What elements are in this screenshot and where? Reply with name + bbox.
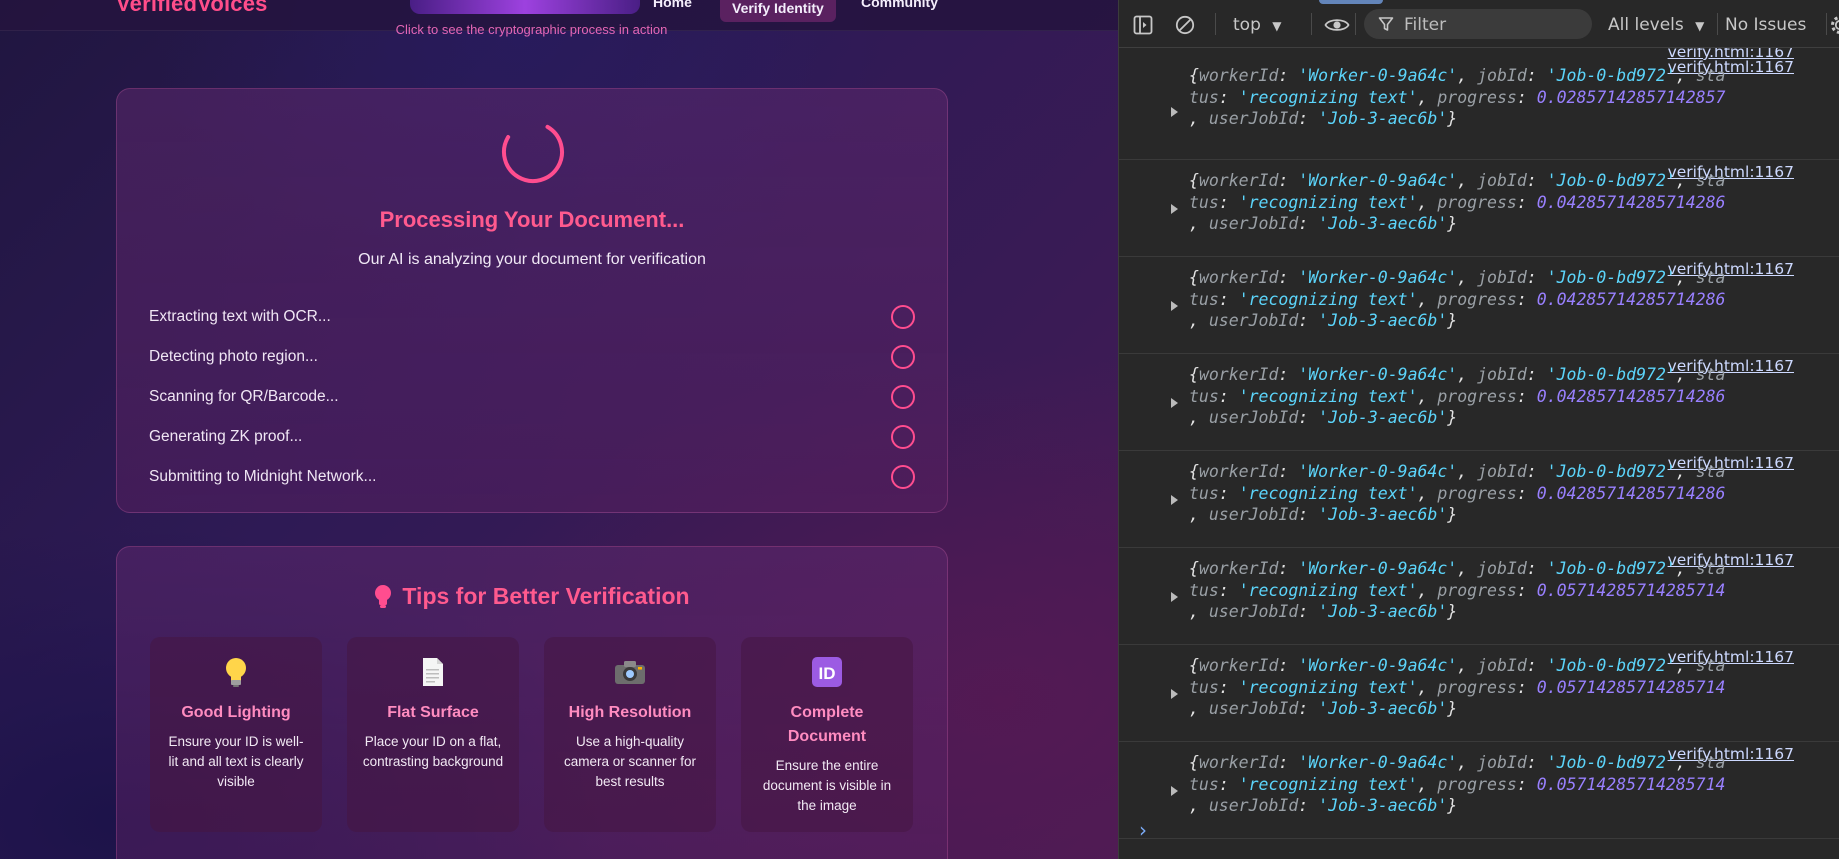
filter-input[interactable]: Filter (1364, 9, 1592, 39)
processing-step: Scanning for QR/Barcode... (149, 377, 915, 417)
expand-triangle-icon[interactable] (1171, 689, 1178, 699)
toolbar-divider (1215, 13, 1216, 35)
tip-card-complete: ID Complete Document Ensure the entire d… (741, 637, 913, 832)
console-message: verify.html:1167 {workerId: 'Worker-0-9a6… (1119, 451, 1839, 548)
step-label: Scanning for QR/Barcode... (149, 388, 339, 405)
issues-counter[interactable]: No Issues (1725, 15, 1806, 35)
id-icon: ID (741, 655, 913, 689)
message-object-preview[interactable]: {workerId: 'Worker-0-9a64c', jobId: 'Job… (1189, 461, 1809, 526)
chevron-down-icon: ▼ (1695, 19, 1705, 33)
message-object-preview[interactable]: {workerId: 'Worker-0-9a64c', jobId: 'Job… (1189, 65, 1809, 130)
document-icon (347, 655, 519, 689)
tip-description: Ensure your ID is well-lit and all text … (168, 734, 304, 789)
console-toolbar: top ▼ Filter All levels ▼ No Issues (1119, 0, 1839, 48)
console-message: verify.html:1167 {workerId: 'Worker-0-9a6… (1119, 645, 1839, 742)
site-logo[interactable]: VerifiedVoices (116, 0, 268, 17)
gear-icon[interactable] (1829, 14, 1839, 36)
expand-triangle-icon[interactable] (1171, 398, 1178, 408)
chevron-down-icon: ▼ (1272, 19, 1282, 33)
active-tab-indicator (1319, 0, 1383, 4)
expand-triangle-icon[interactable] (1171, 786, 1178, 796)
sidebar-toggle-icon[interactable] (1133, 15, 1153, 35)
console-prompt[interactable]: › (1139, 818, 1147, 842)
tip-title: Good Lighting (181, 704, 291, 721)
message-object-preview[interactable]: {workerId: 'Worker-0-9a64c', jobId: 'Job… (1189, 655, 1809, 720)
tip-card-lighting: Good Lighting Ensure your ID is well-lit… (150, 637, 322, 832)
tip-title: High Resolution (568, 704, 692, 721)
step-status-icon (891, 305, 915, 329)
log-levels-label: All levels (1608, 15, 1684, 35)
expand-triangle-icon[interactable] (1171, 301, 1178, 311)
step-status-icon (891, 465, 915, 489)
step-label: Extracting text with OCR... (149, 308, 331, 325)
processing-steps-list: Extracting text with OCR... Detecting ph… (149, 297, 915, 497)
toolbar-divider (1311, 13, 1312, 35)
processing-step: Submitting to Midnight Network... (149, 457, 915, 497)
step-status-icon (891, 385, 915, 409)
console-output: verify.html:1167 verify.html:1167 {worker… (1119, 48, 1839, 859)
tip-description: Use a high-quality camera or scanner for… (563, 734, 697, 789)
context-label: top (1233, 15, 1261, 35)
filter-icon (1378, 17, 1394, 31)
message-object-preview[interactable]: {workerId: 'Worker-0-9a64c', jobId: 'Job… (1189, 752, 1809, 817)
step-label: Submitting to Midnight Network... (149, 468, 377, 485)
console-message: verify.html:1167 {workerId: 'Worker-0-9a6… (1119, 257, 1839, 354)
message-object-preview[interactable]: {workerId: 'Worker-0-9a64c', jobId: 'Job… (1189, 364, 1809, 429)
tip-card-resolution: High Resolution Use a high-quality camer… (544, 637, 716, 832)
nav-verify-identity-link[interactable]: Verify Identity (720, 0, 836, 22)
console-message: verify.html:1167 {workerId: 'Worker-0-9a6… (1119, 354, 1839, 451)
tips-title: Tips for Better Verification (402, 583, 690, 609)
nav-community-link[interactable]: Community (861, 0, 938, 10)
step-status-icon (891, 425, 915, 449)
devtools-panel: top ▼ Filter All levels ▼ No Issues veri… (1118, 0, 1839, 859)
step-label: Generating ZK proof... (149, 428, 303, 445)
step-label: Detecting photo region... (149, 348, 318, 365)
context-selector[interactable]: top ▼ (1233, 15, 1282, 35)
console-message: verify.html:1167 {workerId: 'Worker-0-9a6… (1119, 742, 1839, 839)
tips-heading: Tips for Better Verification (117, 583, 947, 610)
svg-text:ID: ID (819, 664, 836, 683)
expand-triangle-icon[interactable] (1171, 204, 1178, 214)
demo-button[interactable] (410, 0, 640, 14)
message-object-preview[interactable]: {workerId: 'Worker-0-9a64c', jobId: 'Job… (1189, 170, 1809, 235)
tip-title: Flat Surface (387, 704, 479, 721)
console-message: verify.html:1167 {workerId: 'Worker-0-9a6… (1119, 58, 1839, 160)
camera-icon (544, 655, 716, 689)
eye-icon[interactable] (1324, 16, 1350, 34)
expand-triangle-icon[interactable] (1171, 592, 1178, 602)
expand-triangle-icon[interactable] (1171, 107, 1178, 117)
tips-grid: Good Lighting Ensure your ID is well-lit… (150, 637, 913, 832)
toolbar-divider (1717, 13, 1718, 35)
toolbar-divider (1826, 13, 1827, 35)
demo-hint-text: Click to see the cryptographic process i… (395, 22, 668, 37)
lightbulb-icon (375, 584, 392, 608)
tip-description: Place your ID on a flat, contrasting bac… (362, 734, 504, 769)
processing-subtitle: Our AI is analyzing your document for ve… (358, 251, 706, 268)
loading-spinner-icon (502, 121, 564, 183)
console-message: verify.html:1167 {workerId: 'Worker-0-9a6… (1119, 160, 1839, 257)
tip-title: Complete Document (787, 704, 867, 745)
step-status-icon (891, 345, 915, 369)
message-object-preview[interactable]: {workerId: 'Worker-0-9a64c', jobId: 'Job… (1189, 267, 1809, 332)
expand-triangle-icon[interactable] (1171, 495, 1178, 505)
processing-step: Extracting text with OCR... (149, 297, 915, 337)
console-message: verify.html:1167 {workerId: 'Worker-0-9a6… (1119, 548, 1839, 645)
lightbulb-icon (150, 655, 322, 689)
clear-console-icon[interactable] (1175, 15, 1195, 35)
tip-description: Ensure the entire document is visible in… (762, 758, 892, 813)
processing-step: Generating ZK proof... (149, 417, 915, 457)
filter-placeholder: Filter (1404, 15, 1447, 35)
tip-card-surface: Flat Surface Place your ID on a flat, co… (347, 637, 519, 832)
message-object-preview[interactable]: {workerId: 'Worker-0-9a64c', jobId: 'Job… (1189, 558, 1809, 623)
processing-card: Processing Your Document... Our AI is an… (116, 88, 948, 513)
toolbar-divider (1355, 13, 1356, 35)
log-levels-dropdown[interactable]: All levels ▼ (1608, 15, 1704, 35)
processing-title: Processing Your Document... (379, 207, 685, 232)
web-page: VerifiedVoices Home Verify Identity Comm… (0, 0, 1118, 859)
processing-step: Detecting photo region... (149, 337, 915, 377)
tips-card: Tips for Better Verification Good Lighti… (116, 546, 948, 859)
nav-home-link[interactable]: Home (653, 0, 692, 10)
